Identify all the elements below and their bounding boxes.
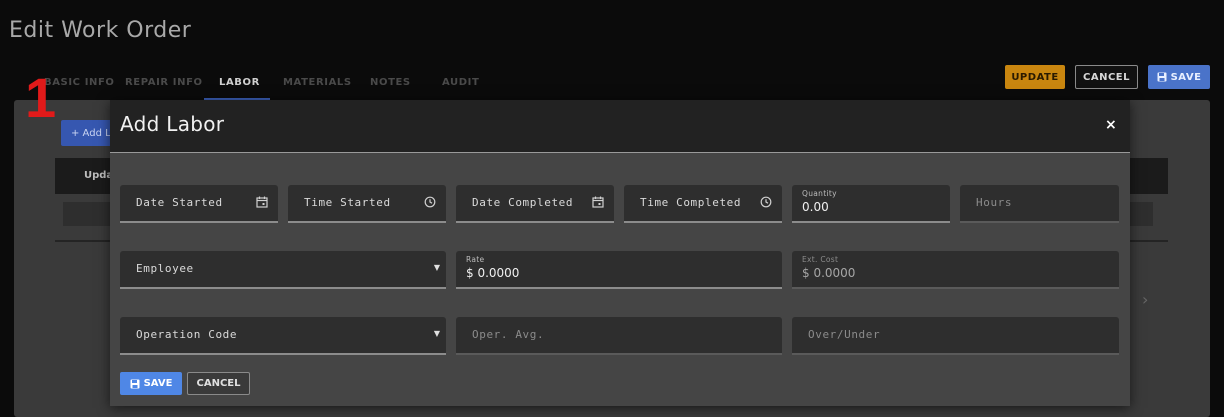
update-button[interactable]: UPDATE: [1005, 65, 1065, 89]
quantity-value: 0.00: [802, 200, 829, 214]
over-under-field: Over/Under: [792, 317, 1119, 355]
modal-save-label: SAVE: [143, 378, 173, 389]
oper-avg-field: Oper. Avg.: [456, 317, 782, 355]
step-marker: 1: [25, 66, 57, 129]
date-started-field[interactable]: Date Started: [120, 185, 278, 223]
ext-cost-field: Ext. Cost $ 0.0000: [792, 251, 1119, 289]
ext-cost-label: Ext. Cost: [802, 255, 839, 264]
quantity-label: Quantity: [802, 189, 837, 198]
caret-down-icon: ▼: [433, 329, 440, 338]
ext-cost-value: $ 0.0000: [802, 266, 856, 280]
date-completed-label: Date Completed: [472, 196, 574, 209]
save-icon: [130, 379, 140, 388]
time-completed-label: Time Completed: [640, 196, 742, 209]
hours-field: Hours: [960, 185, 1119, 223]
close-icon[interactable]: ×: [1105, 117, 1117, 133]
quantity-field[interactable]: Quantity 0.00: [792, 185, 950, 223]
calendar-icon[interactable]: [592, 196, 604, 208]
save-button-label: SAVE: [1170, 71, 1202, 83]
modal-title: Add Labor: [120, 112, 225, 136]
oper-avg-label: Oper. Avg.: [472, 328, 545, 341]
rate-field[interactable]: Rate $ 0.0000: [456, 251, 782, 289]
chevron-right-icon[interactable]: ›: [1142, 290, 1148, 309]
rate-value: $ 0.0000: [466, 266, 520, 280]
operation-code-label: Operation Code: [136, 328, 238, 341]
save-icon: [1157, 72, 1167, 82]
operation-code-select[interactable]: Operation Code ▼: [120, 317, 446, 355]
time-started-field[interactable]: Time Started: [288, 185, 446, 223]
hours-label: Hours: [976, 196, 1013, 209]
date-completed-field[interactable]: Date Completed: [456, 185, 614, 223]
employee-label: Employee: [136, 262, 194, 275]
tab-bar: BASIC INFO REPAIR INFO LABOR MATERIALS N…: [0, 70, 560, 100]
over-under-label: Over/Under: [808, 328, 881, 341]
time-completed-field[interactable]: Time Completed: [624, 185, 782, 223]
tab-audit[interactable]: AUDIT: [442, 77, 479, 88]
date-started-label: Date Started: [136, 196, 223, 209]
rate-label: Rate: [466, 255, 485, 264]
clock-icon[interactable]: [760, 196, 772, 208]
calendar-icon[interactable]: [256, 196, 268, 208]
tab-materials[interactable]: MATERIALS: [283, 77, 352, 88]
modal-save-button[interactable]: SAVE: [120, 372, 182, 395]
modal-cancel-button[interactable]: CANCEL: [187, 372, 250, 395]
tab-labor[interactable]: LABOR: [219, 77, 260, 88]
employee-select[interactable]: Employee ▼: [120, 251, 446, 289]
caret-down-icon: ▼: [433, 263, 440, 272]
time-started-label: Time Started: [304, 196, 391, 209]
cancel-button[interactable]: CANCEL: [1075, 65, 1138, 89]
page-title: Edit Work Order: [9, 18, 192, 43]
clock-icon[interactable]: [424, 196, 436, 208]
tab-notes[interactable]: NOTES: [370, 77, 411, 88]
modal-header: Add Labor ×: [110, 100, 1130, 153]
tab-repair-info[interactable]: REPAIR INFO: [125, 77, 203, 88]
table-header-cell: Upda: [84, 170, 114, 181]
save-button[interactable]: SAVE: [1148, 65, 1210, 89]
add-labor-modal: Add Labor × Date Started Time Started Da…: [110, 100, 1130, 406]
